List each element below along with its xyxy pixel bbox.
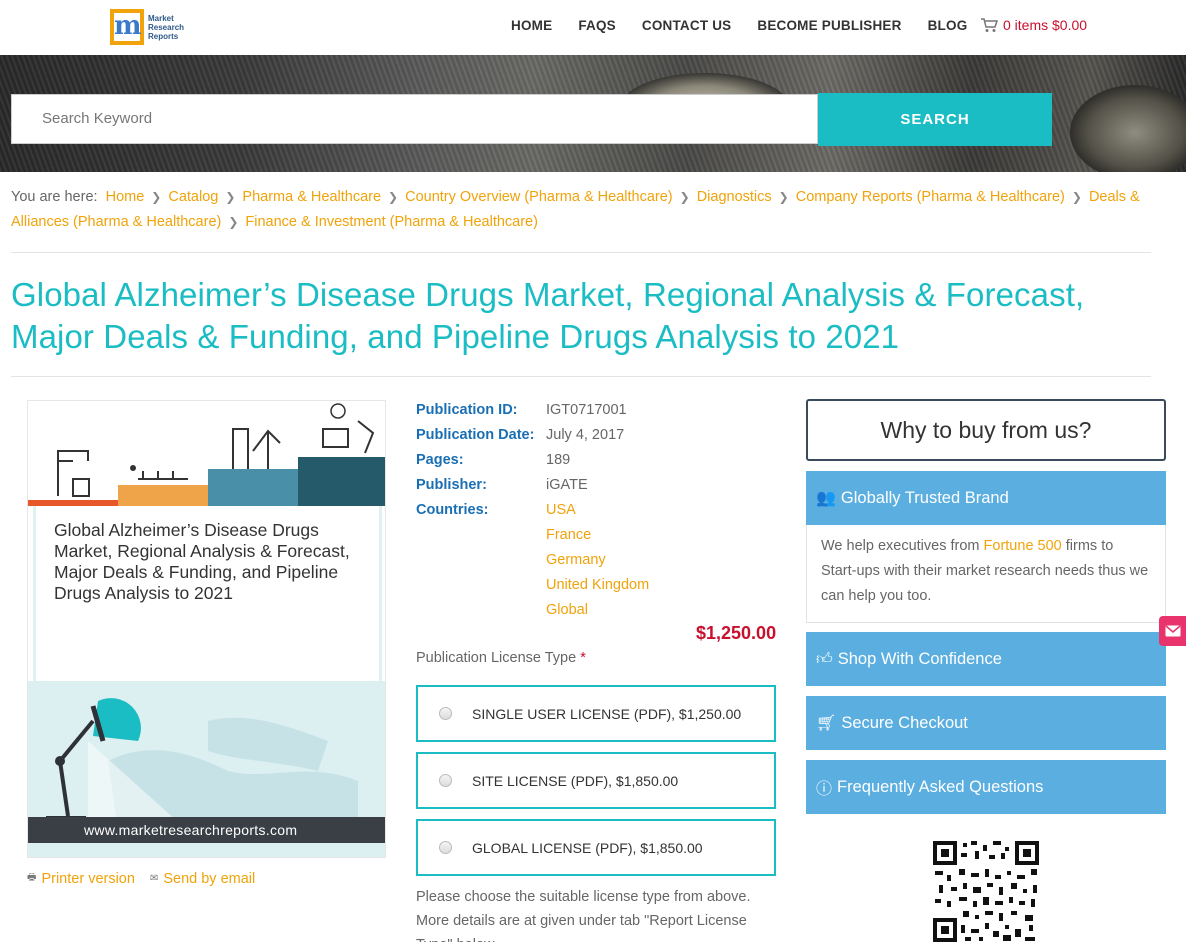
printer-version-label: Printer version xyxy=(41,870,135,887)
send-by-email-label: Send by email xyxy=(163,870,256,887)
printer-version-link[interactable]: 🖶 Printer version xyxy=(27,870,135,887)
why-buy-heading: Why to buy from us? xyxy=(806,399,1166,461)
divider xyxy=(11,252,1151,253)
chevron-right-icon: ❯ xyxy=(778,190,789,204)
email-icon: ✉ xyxy=(149,873,159,884)
site-header: m Market Research Reports HOME FAQS CONT… xyxy=(0,0,1186,55)
logo-mark: m xyxy=(110,9,144,45)
qr-code-graphic xyxy=(933,841,1039,942)
breadcrumb-diagnostics[interactable]: Diagnostics xyxy=(697,189,772,205)
nav-become-publisher[interactable]: BECOME PUBLISHER xyxy=(757,18,901,33)
detail-publisher: Publisher: iGATE xyxy=(416,477,588,493)
cart-icon: 🛒︎ xyxy=(816,715,837,732)
country-link[interactable]: France xyxy=(546,527,591,543)
qr-code xyxy=(933,841,1039,942)
breadcrumb-finance-investment[interactable]: Finance & Investment (Pharma & Healthcar… xyxy=(245,214,538,230)
product-price: $1,250.00 xyxy=(696,623,777,643)
cart-icon xyxy=(981,17,998,32)
license-note: Please choose the suitable license type … xyxy=(416,889,751,942)
fortune-500-link[interactable]: Fortune 500 xyxy=(984,538,1062,554)
nav-faqs[interactable]: FAQS xyxy=(578,18,616,33)
license-option-label: SITE LICENSE (PDF), $1,850.00 xyxy=(472,772,679,789)
cover-title-card: Global Alzheimer’s Disease Drugs Market,… xyxy=(33,506,382,681)
faq-header[interactable]: ⓘ Frequently Asked Questions xyxy=(806,760,1166,814)
breadcrumb-company-reports[interactable]: Company Reports (Pharma & Healthcare) xyxy=(796,189,1065,205)
chevron-right-icon: ❯ xyxy=(388,190,399,204)
product-details: Publication ID: IGT0717001 Publication D… xyxy=(416,398,776,623)
shop-with-confidence-header[interactable]: 👍︎ Shop With Confidence xyxy=(806,632,1166,686)
nav-blog[interactable]: BLOG xyxy=(928,18,968,33)
detail-countries: Countries: USA France Germany United Kin… xyxy=(416,498,776,623)
chevron-right-icon: ❯ xyxy=(151,190,162,204)
license-option-global[interactable]: GLOBAL LICENSE (PDF), $1,850.00 xyxy=(416,819,776,876)
industry-illustration xyxy=(28,403,385,506)
divider xyxy=(11,376,1151,377)
license-option-label: GLOBAL LICENSE (PDF), $1,850.00 xyxy=(472,839,703,856)
breadcrumb: You are here: Home ❯ Catalog ❯ Pharma & Heal… xyxy=(11,185,1141,235)
page-title: Global Alzheimer’s Disease Drugs Market,… xyxy=(11,276,1085,355)
license-option-label: SINGLE USER LICENSE (PDF), $1,250.00 xyxy=(472,705,742,722)
breadcrumb-prefix: You are here: xyxy=(11,189,98,205)
license-option-single-user[interactable]: SINGLE USER LICENSE (PDF), $1,250.00 xyxy=(416,685,776,742)
country-link[interactable]: United Kingdom xyxy=(546,577,649,593)
breadcrumb-home[interactable]: Home xyxy=(106,189,145,205)
main-nav: HOME FAQS CONTACT US BECOME PUBLISHER BL… xyxy=(511,18,993,33)
globally-trusted-brand-body: We help executives from Fortune 500 firm… xyxy=(806,525,1166,623)
search-input[interactable]: Search Keyword xyxy=(11,94,818,144)
cover-title: Global Alzheimer’s Disease Drugs Market,… xyxy=(54,520,350,603)
country-link[interactable]: USA xyxy=(546,502,576,518)
breadcrumb-pharma[interactable]: Pharma & Healthcare xyxy=(242,189,381,205)
users-icon: 👥 xyxy=(816,490,836,507)
question-circle-icon: ⓘ xyxy=(816,781,833,798)
chevron-right-icon: ❯ xyxy=(679,190,690,204)
globally-trusted-brand-header[interactable]: 👥 Globally Trusted Brand xyxy=(806,471,1166,525)
cover-illustration-bottom: www.marketresearchreports.com xyxy=(28,681,385,857)
search-banner: Search Keyword SEARCH xyxy=(0,55,1186,172)
cover-illustration-top xyxy=(28,401,385,506)
chevron-right-icon: ❯ xyxy=(225,190,236,204)
radio-button[interactable] xyxy=(439,774,452,787)
country-link[interactable]: Global xyxy=(546,602,588,618)
radio-button[interactable] xyxy=(439,841,452,854)
product-cover-image[interactable]: Global Alzheimer’s Disease Drugs Market,… xyxy=(27,400,386,858)
search-button[interactable]: SEARCH xyxy=(818,93,1052,146)
nav-contact-us[interactable]: CONTACT US xyxy=(642,18,732,33)
product-tools: 🖶 Printer version ✉ Send by email xyxy=(27,870,270,887)
printer-icon: 🖶 xyxy=(27,872,37,883)
send-by-email-link[interactable]: ✉ Send by email xyxy=(150,870,255,887)
cover-url: www.marketresearchreports.com xyxy=(28,817,385,843)
required-mark: * xyxy=(580,650,586,666)
envelope-icon xyxy=(1165,625,1180,637)
cart-summary: 0 items $0.00 xyxy=(1003,17,1088,33)
license-option-site[interactable]: SITE LICENSE (PDF), $1,850.00 xyxy=(416,752,776,809)
country-list: USA France Germany United Kingdom Global xyxy=(546,498,649,623)
chevron-right-icon: ❯ xyxy=(228,215,239,229)
detail-publication-date: Publication Date: July 4, 2017 xyxy=(416,427,625,443)
site-logo[interactable]: m Market Research Reports xyxy=(110,8,192,46)
chevron-right-icon: ❯ xyxy=(1071,190,1082,204)
license-type-label: Publication License Type * xyxy=(416,650,586,666)
cart-link[interactable]: 0 items $0.00 xyxy=(981,17,1087,33)
radio-button[interactable] xyxy=(439,707,452,720)
thumbs-up-icon: 👍︎ xyxy=(816,650,833,668)
logo-text: Market Research Reports xyxy=(148,13,185,41)
nav-home[interactable]: HOME xyxy=(511,18,552,33)
secure-checkout-header[interactable]: 🛒︎ Secure Checkout xyxy=(806,696,1166,750)
floating-email-tab[interactable] xyxy=(1159,616,1186,646)
breadcrumb-country-overview[interactable]: Country Overview (Pharma & Healthcare) xyxy=(405,189,673,205)
detail-publication-id: Publication ID: IGT0717001 xyxy=(416,402,627,418)
detail-pages: Pages: 189 xyxy=(416,452,571,468)
breadcrumb-catalog[interactable]: Catalog xyxy=(168,189,218,205)
country-link[interactable]: Germany xyxy=(546,552,606,568)
